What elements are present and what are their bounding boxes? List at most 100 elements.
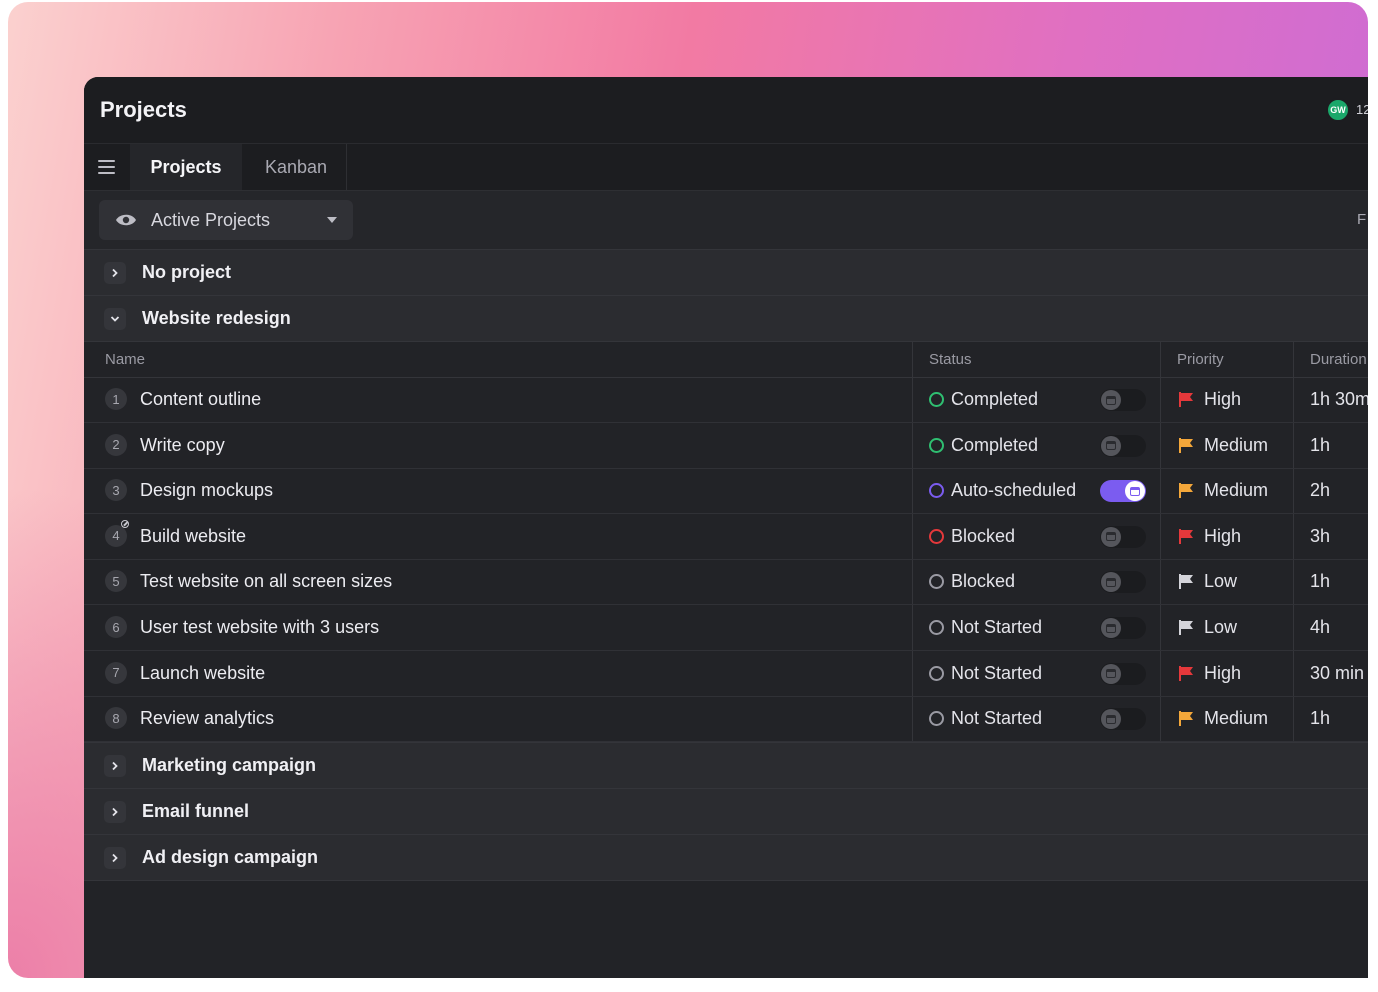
tab-projects[interactable]: Projects — [130, 144, 242, 191]
calendar-icon — [1101, 526, 1121, 547]
task-duration[interactable]: 30 min — [1310, 663, 1364, 684]
calendar-icon — [1101, 618, 1121, 638]
table-row[interactable]: 2 Write copy Completed Medium 1h — [84, 423, 1368, 469]
task-priority[interactable]: High — [1204, 526, 1241, 547]
task-name[interactable]: Write copy — [140, 435, 225, 456]
task-name[interactable]: Build website — [140, 526, 246, 547]
view-dropdown[interactable]: Active Projects — [99, 200, 353, 240]
task-duration[interactable]: 4h — [1310, 617, 1330, 638]
view-dropdown-label: Active Projects — [151, 209, 271, 230]
calendar-icon — [1101, 572, 1121, 593]
flag-icon — [1179, 483, 1193, 499]
task-duration[interactable]: 1h — [1310, 708, 1330, 729]
column-header-status[interactable]: Status — [929, 351, 972, 368]
task-name[interactable]: Launch website — [140, 663, 265, 684]
avatar-count: 12 — [1356, 102, 1368, 117]
auto-schedule-toggle[interactable] — [1100, 480, 1146, 503]
filter-bar: Active Projects F — [84, 190, 1368, 250]
task-status[interactable]: Blocked — [951, 571, 1015, 592]
task-number-badge: 4 — [105, 524, 127, 547]
tab-bar: Projects Kanban — [84, 143, 1368, 191]
chevron-right-icon[interactable] — [104, 801, 126, 823]
auto-schedule-toggle[interactable] — [1100, 617, 1146, 639]
task-priority[interactable]: Low — [1204, 571, 1237, 592]
task-priority[interactable]: Medium — [1204, 435, 1268, 456]
task-priority[interactable]: Medium — [1204, 480, 1268, 501]
calendar-icon — [1101, 435, 1121, 456]
hamburger-menu-icon[interactable] — [98, 160, 115, 174]
auto-schedule-toggle[interactable] — [1100, 525, 1146, 548]
task-name[interactable]: Review analytics — [140, 708, 274, 729]
flag-icon — [1179, 528, 1193, 544]
task-priority[interactable]: High — [1204, 389, 1241, 410]
auto-schedule-toggle[interactable] — [1100, 708, 1146, 731]
task-duration[interactable]: 1h — [1310, 435, 1330, 456]
tab-kanban[interactable]: Kanban — [246, 144, 347, 191]
task-status[interactable]: Completed — [951, 435, 1038, 456]
task-name[interactable]: Design mockups — [140, 480, 273, 501]
task-priority[interactable]: High — [1204, 663, 1241, 684]
task-name[interactable]: Content outline — [140, 389, 261, 410]
app-window: Projects GW 12 Projects Kanban Active Pr… — [84, 77, 1368, 978]
filter-button-partial[interactable]: F — [1357, 211, 1366, 228]
group-website-redesign[interactable]: Website redesign — [84, 295, 1368, 341]
task-name[interactable]: User test website with 3 users — [140, 617, 379, 638]
chevron-right-icon[interactable] — [104, 847, 126, 869]
column-header-duration[interactable]: Duration — [1310, 351, 1367, 368]
task-priority[interactable]: Low — [1204, 617, 1237, 638]
task-duration[interactable]: 2h — [1310, 480, 1330, 501]
status-circle-icon — [929, 620, 944, 635]
status-circle-icon — [929, 665, 944, 681]
auto-schedule-toggle[interactable] — [1100, 434, 1146, 457]
flag-icon — [1179, 392, 1193, 407]
group-no-project[interactable]: No project — [84, 249, 1368, 295]
task-number-badge: 2 — [105, 433, 127, 456]
table-row[interactable]: 1 Content outline Completed High 1h 30m — [84, 377, 1368, 423]
task-priority[interactable]: Medium — [1204, 708, 1268, 729]
status-circle-icon — [929, 483, 944, 499]
status-circle-icon — [929, 437, 944, 453]
chevron-down-icon[interactable] — [104, 308, 126, 330]
task-status[interactable]: Not Started — [951, 663, 1042, 684]
task-status[interactable]: Not Started — [951, 708, 1042, 729]
table-row[interactable]: 3 Design mockups Auto-scheduled Medium 2h — [84, 468, 1368, 515]
table-row[interactable]: 4 Build website Blocked High 3h — [84, 514, 1368, 560]
task-status[interactable]: Auto-scheduled — [951, 480, 1076, 501]
chevron-right-icon[interactable] — [104, 262, 126, 284]
table-row[interactable]: 6 User test website with 3 users Not Start… — [84, 605, 1368, 651]
task-duration[interactable]: 1h — [1310, 571, 1330, 592]
task-status[interactable]: Completed — [951, 389, 1038, 410]
status-circle-icon — [929, 711, 944, 727]
task-name[interactable]: Test website on all screen sizes — [140, 571, 392, 592]
group-label: Marketing campaign — [142, 755, 317, 775]
group-email-funnel[interactable]: Email funnel — [84, 788, 1368, 834]
table-row[interactable]: 7 Launch website Not Started High 30 min — [84, 651, 1368, 697]
group-ad-design-campaign[interactable]: Ad design campaign — [84, 834, 1368, 881]
group-label: Website redesign — [142, 308, 291, 328]
eye-icon — [116, 214, 136, 226]
calendar-icon — [1101, 390, 1121, 410]
task-duration[interactable]: 1h 30m — [1310, 389, 1368, 410]
caret-down-icon — [327, 217, 337, 223]
auto-schedule-toggle[interactable] — [1100, 389, 1146, 411]
table-header: Name Status Priority Duration — [84, 341, 1368, 378]
avatar[interactable]: GW — [1326, 98, 1350, 122]
group-marketing-campaign[interactable]: Marketing campaign — [84, 742, 1368, 788]
calendar-icon — [1101, 663, 1121, 684]
flag-icon — [1179, 665, 1193, 681]
auto-schedule-toggle[interactable] — [1100, 571, 1146, 594]
task-status[interactable]: Blocked — [951, 526, 1015, 547]
column-header-priority[interactable]: Priority — [1177, 351, 1224, 368]
task-number-badge: 7 — [105, 661, 127, 684]
flag-icon — [1179, 574, 1193, 590]
auto-schedule-toggle[interactable] — [1100, 662, 1146, 685]
task-duration[interactable]: 3h — [1310, 526, 1330, 547]
chevron-right-icon[interactable] — [104, 755, 126, 777]
task-status[interactable]: Not Started — [951, 617, 1042, 638]
column-header-name[interactable]: Name — [105, 351, 145, 368]
table-row[interactable]: 5 Test website on all screen sizes Blocked… — [84, 559, 1368, 606]
flag-icon — [1179, 620, 1193, 635]
calendar-icon — [1125, 481, 1145, 502]
table-row[interactable]: 8 Review analytics Not Started Medium 1h — [84, 696, 1368, 743]
flag-icon — [1179, 711, 1193, 727]
